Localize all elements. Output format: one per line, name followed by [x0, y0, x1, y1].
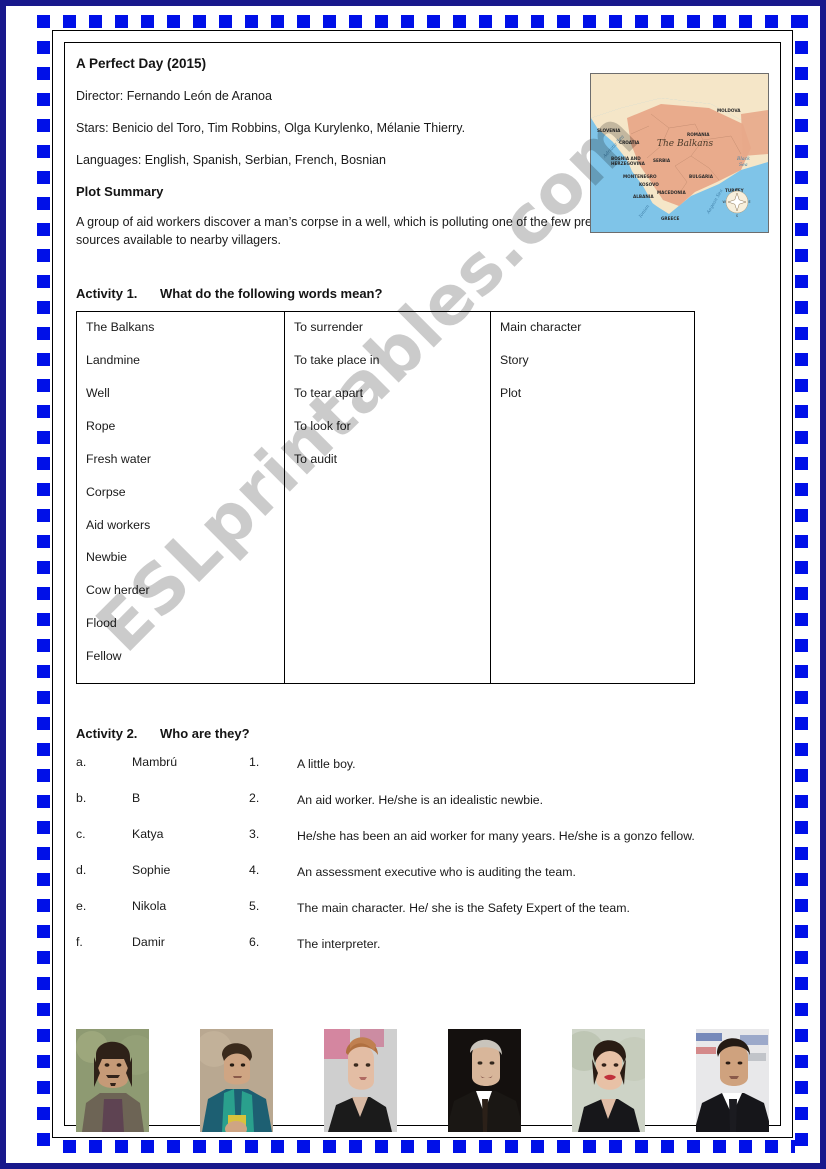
matching-character-name: Nikola: [132, 899, 167, 914]
checker-border-top: [37, 15, 808, 28]
matching-letter: b.: [76, 791, 87, 806]
vocab-item: Aid workers: [86, 517, 151, 532]
vocab-item: Newbie: [86, 550, 128, 565]
matching-letter: f.: [76, 935, 83, 950]
photo-man-long-hair-moustache: [76, 1029, 149, 1132]
matching-description: The interpreter.: [297, 937, 381, 952]
svg-text:BULGARIA: BULGARIA: [689, 174, 714, 179]
matching-number: 6.: [249, 935, 260, 950]
vocab-item: The Balkans: [86, 320, 155, 335]
activity-1-prompt: What do the following words mean?: [160, 286, 383, 302]
photo-woman-updo-hair: [324, 1029, 397, 1132]
matching-description: The main character. He/ she is the Safet…: [297, 901, 630, 916]
photo-older-man-suit: [448, 1029, 521, 1132]
vocab-item: To take place in: [294, 353, 380, 368]
vocab-item: Landmine: [86, 353, 141, 368]
matching-letter: e.: [76, 899, 87, 914]
vocab-column-3: Main character Story Plot: [491, 312, 695, 684]
matching-letter: d.: [76, 863, 87, 878]
activity-2-section: Activity 2. Who are they? a. Mambrú 1. A li…: [76, 726, 769, 954]
vocab-item: Fresh water: [86, 451, 151, 466]
matching-letter: a.: [76, 755, 87, 770]
worksheet-page: SLOVENIA CROATIA BOSNIA AND HERZEGOVINA …: [0, 0, 826, 1169]
vocab-list-3: Main character Story Plot: [500, 321, 694, 400]
photo-man-dark-hair-suit: [696, 1029, 769, 1132]
matching-row: f. Damir 6. The interpreter.: [76, 935, 769, 954]
vocab-item: Well: [86, 385, 110, 400]
checker-border-bottom: [37, 1140, 808, 1153]
movie-title: A Perfect Day (2015): [76, 56, 207, 71]
matching-exercise-list: a. Mambrú 1. A little boy. b. B 2. An aid worke…: [76, 755, 769, 954]
matching-character-name: Mambrú: [132, 755, 178, 770]
activity-2-prompt: Who are they?: [160, 726, 250, 742]
vocab-item: Story: [500, 353, 529, 368]
matching-character-name: B: [132, 791, 141, 806]
svg-text:Black: Black: [736, 156, 750, 162]
svg-text:HERZEGOVINA: HERZEGOVINA: [611, 161, 646, 166]
photo-boy-teal-jacket: [200, 1029, 273, 1132]
matching-row: b. B 2. An aid worker. He/she is an idealis…: [76, 791, 769, 810]
activity-2-heading: Activity 2. Who are they?: [76, 726, 769, 741]
balkans-map-graphic: SLOVENIA CROATIA BOSNIA AND HERZEGOVINA …: [591, 74, 768, 232]
vocab-column-1: The Balkans Landmine Well Rope Fresh water Co…: [76, 311, 285, 684]
svg-text:S: S: [736, 214, 738, 218]
svg-text:The Balkans: The Balkans: [657, 139, 713, 149]
vocab-item: Main character: [500, 320, 582, 335]
matching-row: d. Sophie 4. An assessment executive who is…: [76, 863, 769, 882]
vocab-list-1: The Balkans Landmine Well Rope Fresh water Co…: [86, 321, 284, 663]
matching-letter: c.: [76, 827, 86, 842]
svg-text:Sea: Sea: [739, 162, 748, 168]
vocab-item: Plot: [500, 385, 522, 400]
vocab-list-2: To surrender To take place in To tear apar…: [294, 321, 490, 466]
matching-row: a. Mambrú 1. A little boy.: [76, 755, 769, 774]
activity-1-number: Activity 1.: [76, 286, 138, 302]
svg-text:N: N: [736, 188, 739, 192]
matching-character-name: Katya: [132, 827, 164, 842]
matching-number: 5.: [249, 899, 260, 914]
worksheet-content: SLOVENIA CROATIA BOSNIA AND HERZEGOVINA …: [76, 56, 769, 1132]
matching-number: 3.: [249, 827, 260, 842]
vocab-item: To tear apart: [294, 385, 364, 400]
vocabulary-table: The Balkans Landmine Well Rope Fresh water Co…: [76, 311, 695, 685]
svg-text:ALBANIA: ALBANIA: [633, 194, 654, 199]
photo-woman-red-lipstick: [572, 1029, 645, 1132]
matching-description: An assessment executive who is auditing …: [297, 865, 576, 880]
matching-description: An aid worker. He/she is an idealistic n…: [297, 793, 544, 808]
matching-character-name: Sophie: [132, 863, 171, 878]
svg-text:GREECE: GREECE: [661, 216, 679, 221]
svg-text:MOLDOVA: MOLDOVA: [717, 108, 741, 113]
vocab-item: To surrender: [294, 320, 364, 335]
vocab-item: Corpse: [86, 484, 126, 499]
vocab-column-2: To surrender To take place in To tear apar…: [284, 311, 491, 684]
matching-row: e. Nikola 5. The main character. He/ she is…: [76, 899, 769, 918]
actor-photo-strip: [76, 1029, 769, 1132]
vocab-item: To look for: [294, 418, 351, 433]
matching-number: 2.: [249, 791, 260, 806]
table-row: The Balkans Landmine Well Rope Fresh water Co…: [76, 311, 695, 684]
matching-row: c. Katya 3. He/she has been an aid worker f…: [76, 827, 769, 846]
svg-text:KOSOVO: KOSOVO: [639, 182, 659, 187]
vocab-item: Flood: [86, 616, 117, 631]
matching-number: 4.: [249, 863, 260, 878]
svg-text:SLOVENIA: SLOVENIA: [597, 128, 621, 133]
vocab-item: Rope: [86, 418, 116, 433]
vocab-item: Fellow: [86, 649, 122, 664]
balkans-map-image: SLOVENIA CROATIA BOSNIA AND HERZEGOVINA …: [590, 73, 769, 233]
activity-2-number: Activity 2.: [76, 726, 138, 742]
svg-text:MACEDONIA: MACEDONIA: [657, 190, 686, 195]
svg-text:E: E: [749, 200, 751, 204]
vocab-item: Cow herder: [86, 583, 150, 598]
matching-number: 1.: [249, 755, 260, 770]
svg-text:SERBIA: SERBIA: [653, 158, 671, 163]
checker-border-right: [795, 15, 808, 1153]
svg-text:MONTENEGRO: MONTENEGRO: [623, 174, 657, 179]
matching-description: A little boy.: [297, 757, 356, 772]
vocab-item: To audit: [294, 451, 338, 466]
checker-border-left: [37, 15, 50, 1153]
svg-text:ROMANIA: ROMANIA: [687, 132, 710, 137]
activity-1-heading: Activity 1. What do the following words …: [76, 286, 769, 301]
matching-description: He/she has been an aid worker for many y…: [297, 829, 695, 844]
matching-character-name: Damir: [132, 935, 165, 950]
